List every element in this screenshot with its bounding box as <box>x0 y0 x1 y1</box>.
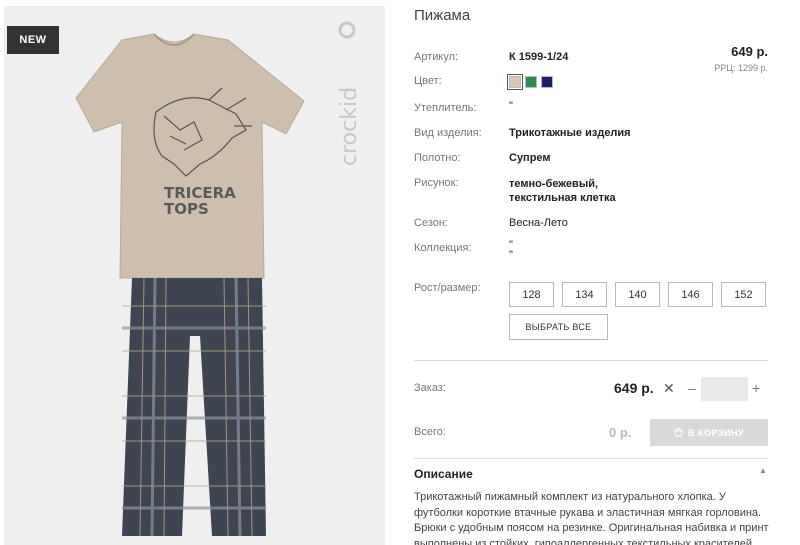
value-article: К 1599-1/24 <box>509 51 569 63</box>
add-to-cart-button[interactable]: В КОРЗИНУ <box>650 419 768 446</box>
new-badge: NEW <box>7 26 59 54</box>
value-collection: " " <box>509 239 513 261</box>
order-price: 649 р. <box>614 380 654 396</box>
cart-icon <box>674 428 683 437</box>
value-pattern: темно-бежевый, текстильная клетка <box>509 178 616 204</box>
size-option-140[interactable]: 140 <box>615 282 660 307</box>
value-fabric: Супрем <box>509 152 551 164</box>
select-all-sizes-button[interactable]: ВЫБРАТЬ ВСЕ <box>509 314 608 340</box>
color-swatch-green[interactable] <box>525 76 537 88</box>
add-to-cart-label: В КОРЗИНУ <box>687 427 745 438</box>
product-rrp: РРЦ: 1299 р. <box>714 63 768 73</box>
total-value: 0 р. <box>609 425 632 440</box>
divider <box>414 360 768 361</box>
description-text: Трикотажный пижамный комплект из натурал… <box>414 491 769 545</box>
decrease-quantity-button[interactable]: – <box>688 380 696 396</box>
svg-text:crockid: crockid <box>337 87 362 166</box>
increase-quantity-button[interactable]: + <box>752 380 760 396</box>
divider <box>414 458 768 459</box>
product-title: Пижама <box>414 7 471 24</box>
label-article: Артикул: <box>414 51 459 63</box>
color-swatch-beige[interactable] <box>507 74 523 90</box>
size-option-152[interactable]: 152 <box>721 282 766 307</box>
value-insulation: " <box>509 100 513 112</box>
label-fabric: Полотно: <box>414 152 461 164</box>
collapse-caret-icon[interactable]: ▲ <box>759 466 767 475</box>
size-option-146[interactable]: 146 <box>668 282 713 307</box>
label-size: Рост/размер: <box>414 282 481 294</box>
label-pattern: Рисунок: <box>414 177 459 189</box>
value-item-type: Трикотажные изделия <box>509 127 631 139</box>
order-label: Заказ: <box>414 382 446 394</box>
size-option-128[interactable]: 128 <box>509 282 554 307</box>
product-image: TRICERA TOPS <box>75 33 305 537</box>
size-options: 128 134 140 146 152 <box>509 282 766 307</box>
label-season: Сезон: <box>414 217 448 229</box>
product-price: 649 р. <box>731 44 768 59</box>
label-item-type: Вид изделия: <box>414 127 482 139</box>
times-icon: ✕ <box>663 380 675 396</box>
color-swatch-navy[interactable] <box>541 76 553 88</box>
product-image-panel[interactable]: TRICERA TOPS NEW crockid <box>4 6 385 545</box>
label-color: Цвет: <box>414 75 442 87</box>
total-label: Всего: <box>414 426 446 438</box>
print-text-line2: TOPS <box>164 200 209 218</box>
brand-logo: crockid <box>337 21 362 166</box>
color-swatches <box>507 74 553 90</box>
label-collection: Коллекция: <box>414 242 472 254</box>
size-option-134[interactable]: 134 <box>562 282 607 307</box>
label-insulation: Утеплитель: <box>414 102 477 114</box>
value-season: Весна-Лето <box>509 217 568 229</box>
description-title[interactable]: Описание <box>414 467 473 481</box>
quantity-input[interactable] <box>701 377 748 401</box>
